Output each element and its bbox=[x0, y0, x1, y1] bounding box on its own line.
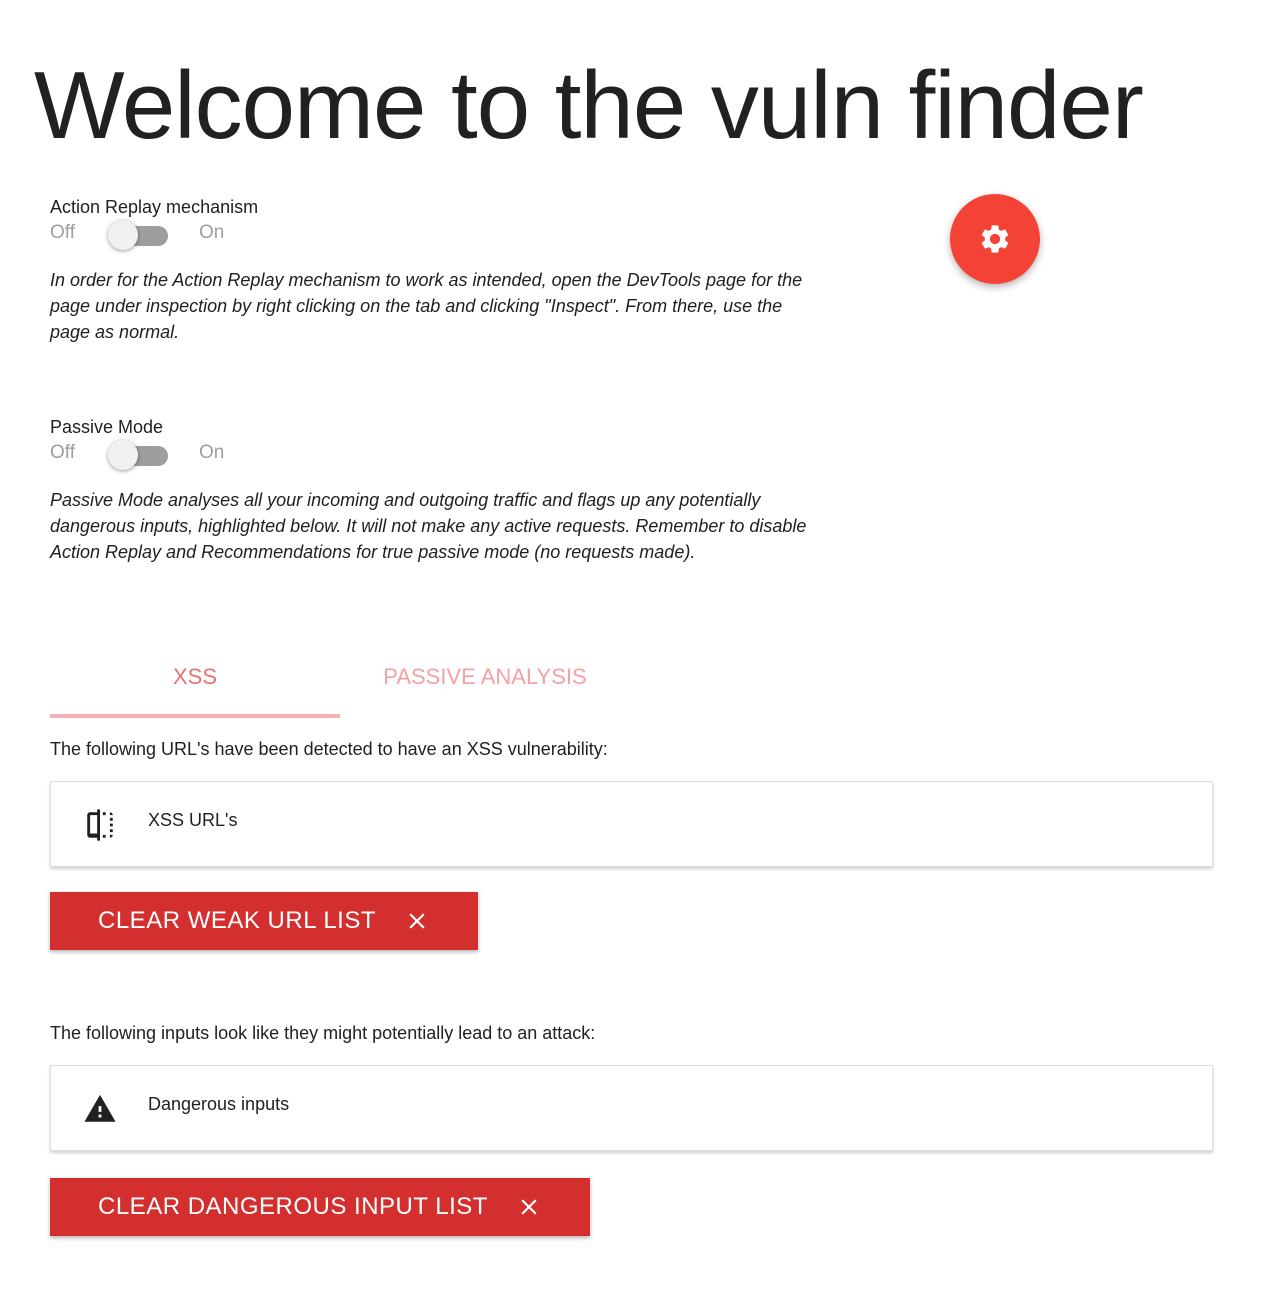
clear-dangerous-input-list-label: Clear dangerous input list bbox=[98, 1193, 488, 1220]
action-replay-on-label: On bbox=[199, 222, 225, 243]
action-replay-toggle-row: Off On bbox=[50, 218, 310, 252]
action-replay-switch[interactable] bbox=[108, 220, 168, 250]
inputs-intro-text: The following inputs look like they migh… bbox=[50, 1023, 596, 1043]
xss-urls-label: XSS URL's bbox=[148, 810, 238, 830]
tab-indicator bbox=[50, 714, 340, 718]
action-replay-off-label: Off bbox=[50, 222, 75, 243]
switch-knob bbox=[108, 220, 138, 250]
warning-icon bbox=[84, 1094, 116, 1122]
close-icon bbox=[521, 1199, 537, 1215]
switch-knob bbox=[108, 440, 138, 470]
action-replay-description: In order for the Action Replay mechanism… bbox=[50, 270, 803, 342]
xss-intro-text: The following URL's have been detected t… bbox=[50, 739, 608, 759]
dangerous-inputs-collapsible[interactable]: Dangerous inputs bbox=[50, 1065, 1213, 1151]
passive-mode-on-label: On bbox=[199, 442, 225, 463]
tab-passive-analysis[interactable]: Passive Analysis bbox=[340, 640, 630, 714]
settings-button[interactable] bbox=[950, 194, 1040, 284]
page-title: Welcome to the vuln finder bbox=[34, 52, 1144, 159]
dangerous-inputs-label: Dangerous inputs bbox=[148, 1094, 290, 1114]
passive-mode-description: Passive Mode analyses all your incoming … bbox=[50, 490, 807, 562]
clear-dangerous-input-list-button[interactable]: Clear dangerous input list bbox=[50, 1178, 590, 1236]
clear-weak-url-list-button[interactable]: Clear weak URL list bbox=[50, 892, 479, 950]
passive-mode-switch[interactable] bbox=[108, 440, 168, 470]
analysis-tabs: XSS Passive Analysis bbox=[50, 640, 630, 718]
clear-weak-url-list-label: Clear weak URL list bbox=[98, 907, 377, 934]
passive-mode-off-label: Off bbox=[50, 442, 75, 463]
vuln-finder-page: Welcome to the vuln finder Action Replay… bbox=[0, 0, 1270, 1316]
tab-xss[interactable]: XSS bbox=[50, 640, 340, 714]
passive-mode-toggle-row: Off On bbox=[50, 438, 310, 472]
passive-mode-label: Passive Mode bbox=[50, 417, 164, 437]
gear-icon bbox=[981, 225, 1009, 253]
action-replay-label: Action Replay mechanism bbox=[50, 197, 259, 217]
compare-icon bbox=[87, 809, 113, 841]
close-icon bbox=[409, 913, 425, 929]
xss-urls-collapsible[interactable]: XSS URL's bbox=[50, 781, 1213, 867]
